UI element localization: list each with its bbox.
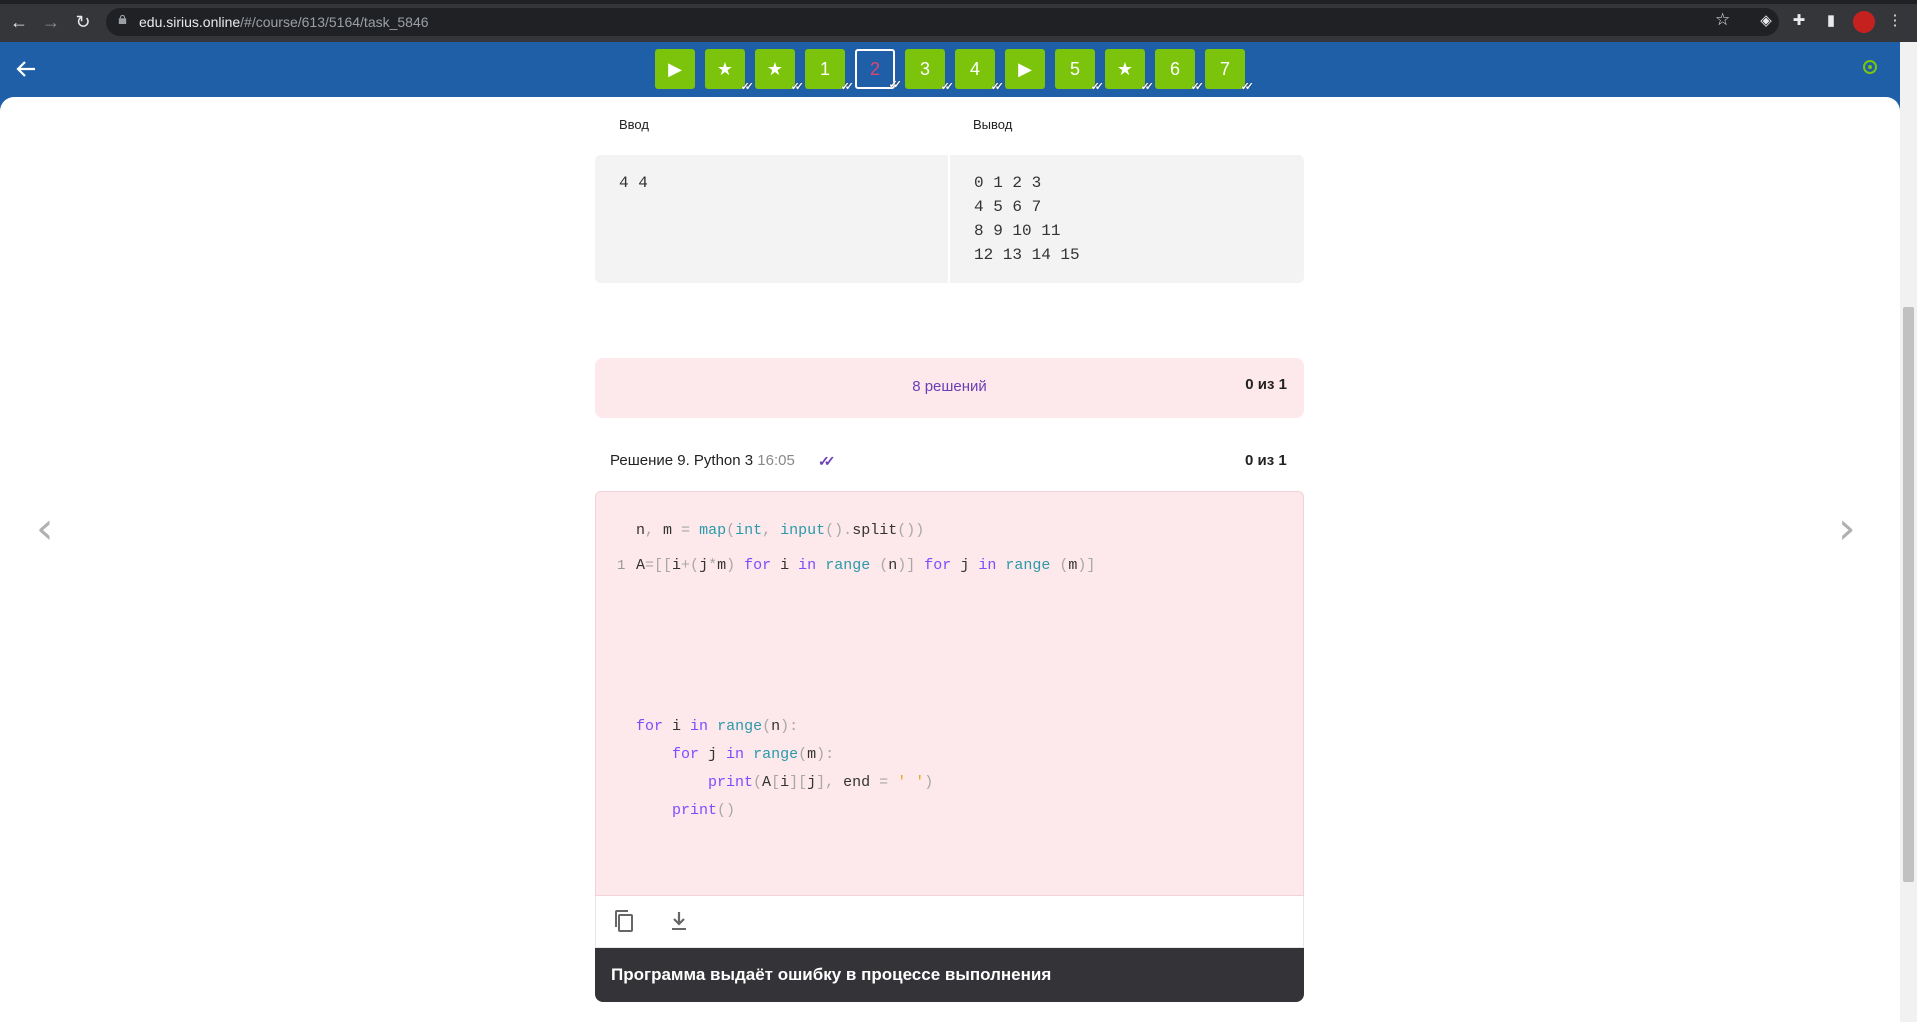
task-number: 5 [1069,58,1080,79]
task-tile-star[interactable]: ★ ✓✓ [705,49,754,93]
code-line: n, m = map(int, input().split()) [636,522,925,539]
browser-forward-icon[interactable]: → [41,12,61,32]
double-check-icon: ✓✓ [990,81,1005,93]
code-actions [595,896,1304,948]
double-check-icon: ✓✓ [740,81,755,93]
task-tile-star[interactable]: ★ ✓✓ [1105,49,1154,93]
download-icon[interactable] [668,909,690,933]
task-tile-task[interactable]: 4 ✓✓ [955,49,1004,93]
code-line: print(A[i][j], end = ' ') [708,774,934,791]
double-check-icon: ✓✓ [1140,81,1155,93]
solution-score: 0 из 1 [1245,452,1287,469]
task-number: 1 [819,58,830,79]
play-icon: ▶ [668,58,682,79]
page-scrollbar[interactable] [1900,42,1917,1022]
profile-avatar[interactable] [1853,11,1875,33]
task-number: 7 [1219,58,1230,79]
bookmark-star-icon[interactable]: ☆ [1715,10,1730,30]
course-header: ▶ ★ ✓✓ ★ ✓✓ 1 ✓✓ 2 ✓✓ 3 ✓✓ 4 ✓✓ ▶ 5 ✓✓ ★ ✓✓ 6 ✓✓ 7 ✓✓ [0,42,1917,97]
task-number: 3 [919,58,930,79]
side-panel-icon[interactable]: ▮ [1822,12,1840,30]
copy-icon[interactable] [613,909,635,933]
extensions-puzzle-icon[interactable]: ✚ [1790,12,1808,30]
solutions-summary: 8 решений 0 из 1 [595,358,1304,418]
task-tile-task[interactable]: 2 ✓✓ [855,49,903,91]
line-number: 1 [617,558,626,574]
error-status-bar: Программа выдаёт ошибку в процессе выпол… [595,948,1304,1002]
task-tile-star[interactable]: ★ ✓✓ [755,49,804,93]
code-line: print() [672,802,736,819]
double-check-icon: ✓✓ [940,81,955,93]
task-tile-task[interactable]: 5 ✓✓ [1055,49,1104,93]
next-task-chevron-icon[interactable]: › [1838,507,1856,551]
browser-menu-icon[interactable]: ⋮ [1886,12,1904,30]
code-viewer[interactable]: n, m = map(int, input().split()) 1 A=[[i… [595,491,1304,896]
reload-icon[interactable]: ↻ [73,12,93,32]
task-tile-task[interactable]: 7 ✓✓ [1205,49,1254,93]
task-tile-task[interactable]: 1 ✓✓ [805,49,854,93]
example-input: 4 4 [619,174,648,192]
task-tile-video[interactable]: ▶ [1005,49,1045,89]
star-icon: ★ [766,58,784,79]
double-check-icon: ✓✓ [1190,81,1205,93]
error-message: Программа выдаёт ошибку в процессе выпол… [611,965,1052,984]
double-check-icon: ✓✓ [790,81,805,93]
back-arrow-icon[interactable] [15,58,37,80]
table-divider [948,155,950,283]
star-icon: ★ [1116,58,1134,79]
extension-shield-icon[interactable]: ◈ [1757,12,1775,30]
summary-score: 0 из 1 [1245,376,1287,393]
double-check-icon: ✓✓ [1240,81,1255,93]
task-navigation: ▶ ★ ✓✓ ★ ✓✓ 1 ✓✓ 2 ✓✓ 3 ✓✓ 4 ✓✓ ▶ 5 ✓✓ ★ ✓✓ 6 ✓✓ 7 ✓✓ [655,49,1254,93]
url-text: edu.sirius.online/#/course/613/5164/task… [139,14,429,30]
code-line: for i in range(n): [636,718,799,735]
double-check-icon: ✓✓ [818,453,836,469]
browser-back-icon[interactable]: ← [9,12,29,32]
previous-task-chevron-icon[interactable]: ‹ [36,507,54,551]
task-tile-task[interactable]: 6 ✓✓ [1155,49,1204,93]
address-bar[interactable]: edu.sirius.online/#/course/613/5164/task… [106,8,1779,36]
scrollbar-thumb[interactable] [1903,307,1914,882]
task-number: 2 [869,58,880,79]
output-header: Вывод [973,117,1013,132]
input-header: Ввод [619,117,649,132]
play-icon: ▶ [1018,58,1032,79]
example-output: 0 1 2 3 4 5 6 7 8 9 10 11 12 13 14 15 [974,174,1080,264]
task-tile-video[interactable]: ▶ [655,49,695,89]
progress-status-icon [1863,60,1877,74]
double-check-icon: ✓✓ [1090,81,1105,93]
code-line: A=[[i+(j*m) for i in range (n)] for j in… [636,557,1096,574]
task-number: 6 [1169,58,1180,79]
task-tile-task[interactable]: 3 ✓✓ [905,49,954,93]
task-number: 4 [969,58,980,79]
lock-icon [118,15,127,24]
tab-strip [0,0,1917,4]
star-icon: ★ [716,58,734,79]
solution-time: 16:05 [757,452,795,469]
example-table: 4 4 0 1 2 3 4 5 6 7 8 9 10 11 12 13 14 1… [595,155,1304,283]
solution-title: Решение 9. Python 3 16:05 [610,452,795,469]
task-content: ‹ › Ввод Вывод 4 4 0 1 2 3 4 5 6 7 8 9 1… [0,97,1900,1022]
double-check-icon: ✓✓ [840,81,855,93]
browser-toolbar: ← → ↻ edu.sirius.online/#/course/613/516… [0,0,1917,42]
code-line: for j in range(m): [672,746,835,763]
solutions-count-link[interactable]: 8 решений [595,378,1304,395]
double-check-icon: ✓✓ [888,79,903,91]
